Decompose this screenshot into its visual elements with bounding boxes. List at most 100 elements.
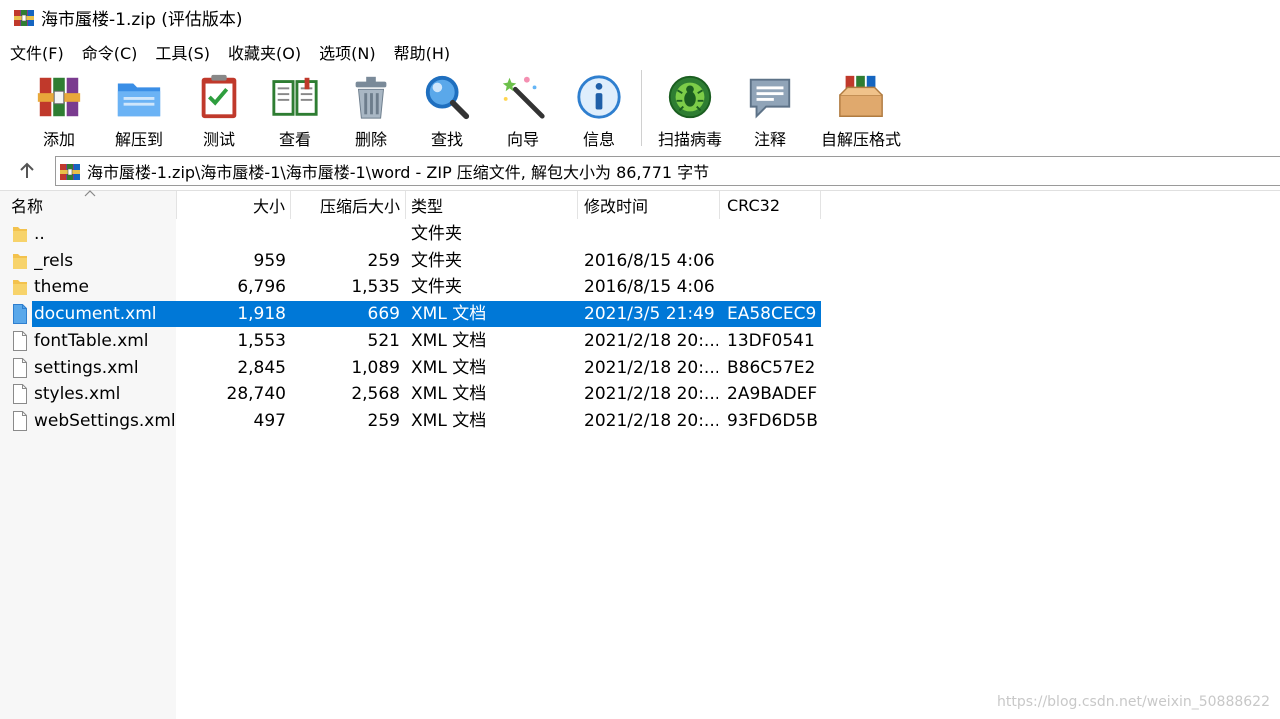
- menu-favorites[interactable]: 收藏夹(O): [218, 40, 307, 64]
- menu-tools[interactable]: 工具(S): [145, 40, 216, 64]
- file-modified: 2021/2/18 20:...: [584, 330, 718, 351]
- test-label: 测试: [202, 130, 235, 149]
- file-name: fontTable.xml: [34, 330, 149, 351]
- window-title: 海市蜃楼-1.zip (评估版本): [41, 9, 243, 30]
- file-modified: [584, 221, 718, 247]
- virus-scan-button[interactable]: 扫描病毒: [648, 66, 732, 150]
- file-modified: 2016/8/15 4:06: [584, 277, 715, 298]
- column-header-modified[interactable]: 修改时间: [578, 191, 720, 219]
- virus-scan-label: 扫描病毒: [657, 130, 722, 149]
- wizard-icon: [502, 76, 545, 119]
- extract-to-label: 解压到: [114, 130, 163, 149]
- add-button[interactable]: 添加: [21, 66, 97, 150]
- find-icon: [425, 75, 470, 120]
- file-modified: 2016/8/15 4:06: [584, 250, 715, 271]
- test-button[interactable]: 测试: [181, 66, 257, 150]
- column-header-size[interactable]: 大小: [177, 191, 291, 219]
- menu-help[interactable]: 帮助(H): [384, 40, 457, 64]
- comment-button[interactable]: 注释: [732, 66, 808, 150]
- xml-file-icon: [12, 331, 28, 351]
- sfx-label: 自解压格式: [820, 130, 901, 149]
- delete-icon: [355, 76, 387, 119]
- file-size: 959: [253, 250, 286, 271]
- file-packed-size: 1,089: [351, 357, 400, 378]
- table-row[interactable]: styles.xml 28,740 2,568 XML 文档 2021/2/18 20:…: [0, 381, 830, 407]
- table-row[interactable]: document.xml 1,918 669 XML 文档 2021/3/5 21:49…: [0, 301, 830, 328]
- delete-label: 删除: [354, 130, 387, 149]
- file-packed-size: 669: [367, 304, 400, 325]
- file-modified: 2021/2/18 20:...: [584, 357, 718, 378]
- file-name: settings.xml: [34, 357, 139, 378]
- table-row[interactable]: theme 6,796 1,535 文件夹 2016/8/15 4:06: [0, 274, 830, 300]
- file-crc32: 93FD6D5B: [727, 410, 818, 431]
- table-row[interactable]: fontTable.xml 1,553 521 XML 文档 2021/2/18 20:…: [0, 328, 830, 354]
- file-size: 28,740: [226, 384, 286, 405]
- file-crc32: 13DF0541: [727, 330, 815, 351]
- wizard-label: 向导: [506, 130, 539, 149]
- column-header-type[interactable]: 类型: [406, 191, 578, 219]
- wizard-button[interactable]: 向导: [485, 66, 561, 150]
- file-name: _rels: [34, 250, 74, 271]
- folder-icon: [12, 277, 28, 297]
- file-size: 1,553: [237, 330, 286, 351]
- comment-icon: [749, 78, 791, 119]
- table-row[interactable]: .. 文件夹: [0, 221, 830, 247]
- menu-file[interactable]: 文件(F): [0, 40, 70, 64]
- file-crc32: [727, 248, 819, 274]
- table-row[interactable]: webSettings.xml 497 259 XML 文档 2021/2/18 20:…: [0, 408, 830, 434]
- file-name: webSettings.xml: [34, 410, 176, 431]
- file-size: 2,845: [237, 357, 286, 378]
- column-header-crc32[interactable]: CRC32: [720, 191, 821, 219]
- virus-scan-icon: [668, 75, 712, 119]
- sfx-button[interactable]: 自解压格式: [808, 66, 914, 150]
- view-icon: [272, 77, 318, 116]
- file-type: 文件夹: [411, 224, 462, 244]
- info-button[interactable]: 信息: [561, 66, 637, 150]
- file-size: 6,796: [237, 277, 286, 298]
- add-archive-icon: [37, 77, 81, 117]
- file-type: 文件夹: [411, 250, 462, 271]
- toolbar-separator: [641, 70, 642, 146]
- archive-icon: [59, 160, 81, 182]
- table-row[interactable]: settings.xml 2,845 1,089 XML 文档 2021/2/18 20…: [0, 355, 830, 381]
- winrar-app-icon: [13, 6, 35, 28]
- table-row[interactable]: _rels 959 259 文件夹 2016/8/15 4:06: [0, 248, 830, 274]
- find-label: 查找: [430, 130, 463, 149]
- up-folder-button[interactable]: [12, 158, 42, 184]
- info-label: 信息: [582, 130, 615, 149]
- file-packed-size: 1,535: [351, 277, 400, 298]
- file-crc32: B86C57E2: [727, 357, 816, 378]
- column-header-name[interactable]: 名称: [0, 191, 177, 219]
- xml-file-icon: [12, 304, 28, 324]
- folder-icon: [12, 251, 28, 271]
- file-type: XML 文档: [411, 357, 487, 378]
- file-list: 名称 大小 压缩后大小 类型 修改时间 CRC32 .. 文件夹 _rels 959 2…: [0, 190, 1280, 719]
- info-icon: [577, 75, 621, 119]
- menu-bar: 文件(F) 命令(C) 工具(S) 收藏夹(O) 选项(N) 帮助(H): [0, 38, 458, 66]
- delete-button[interactable]: 删除: [333, 66, 409, 150]
- xml-file-icon: [12, 358, 28, 378]
- file-modified: 2021/2/18 20:...: [584, 410, 718, 431]
- column-header-packed[interactable]: 压缩后大小: [291, 191, 406, 219]
- file-modified: 2021/2/18 20:...: [584, 384, 718, 405]
- folder-icon: [12, 224, 28, 244]
- file-size: 497: [253, 410, 286, 431]
- test-icon: [201, 74, 237, 119]
- file-packed-size: 521: [367, 330, 400, 351]
- xml-file-icon: [12, 384, 28, 404]
- file-crc32: [727, 221, 819, 247]
- find-button[interactable]: 查找: [409, 66, 485, 150]
- extract-to-button[interactable]: 解压到: [97, 66, 181, 150]
- file-packed-size: [294, 221, 400, 247]
- add-label: 添加: [42, 130, 75, 149]
- file-name: styles.xml: [34, 384, 121, 405]
- file-size: [180, 221, 286, 247]
- file-type: XML 文档: [411, 384, 487, 405]
- view-button[interactable]: 查看: [257, 66, 333, 150]
- xml-file-icon: [12, 411, 28, 431]
- menu-options[interactable]: 选项(N): [309, 40, 381, 64]
- title-bar: 海市蜃楼-1.zip (评估版本): [0, 0, 1280, 34]
- file-packed-size: 2,568: [351, 384, 400, 405]
- address-bar[interactable]: 海市蜃楼-1.zip\海市蜃楼-1\海市蜃楼-1\word - ZIP 压缩文件…: [55, 156, 1280, 186]
- menu-commands[interactable]: 命令(C): [72, 40, 144, 64]
